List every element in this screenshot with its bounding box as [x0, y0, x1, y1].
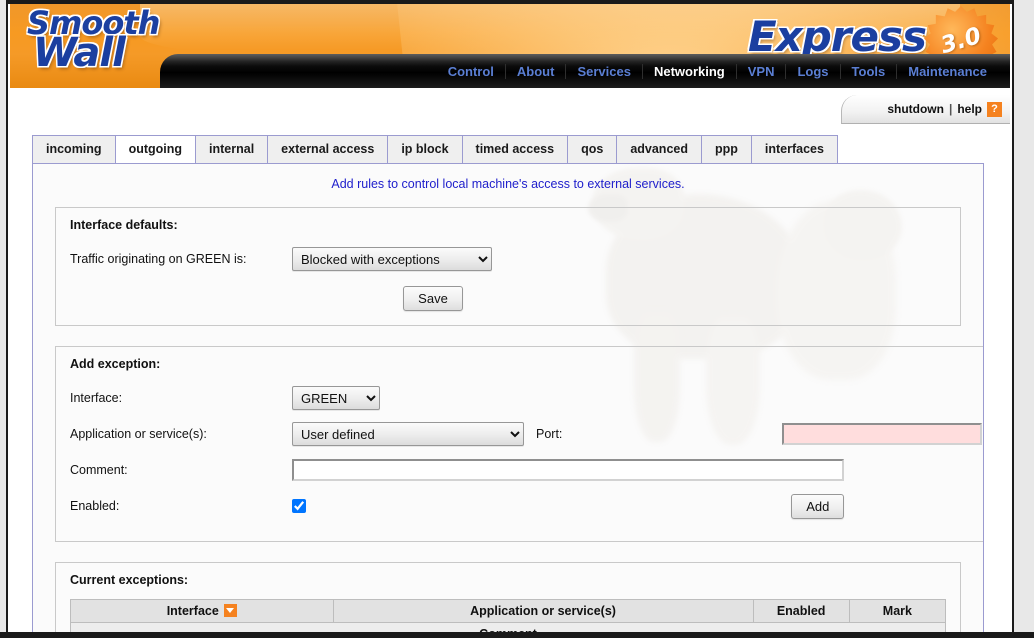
- content-area: incoming outgoing internal external acce…: [10, 134, 1010, 632]
- save-button[interactable]: Save: [403, 286, 463, 311]
- traffic-origin-row: Traffic originating on GREEN is: Blocked…: [70, 244, 946, 274]
- utility-separator: |: [948, 102, 953, 116]
- nav-item-vpn[interactable]: VPN: [735, 63, 786, 79]
- page-content: Smooth Wall Express 3.0 Control About Se…: [10, 4, 1010, 632]
- save-button-row: Save: [70, 286, 946, 311]
- sort-descending-icon[interactable]: [223, 604, 237, 617]
- add-exception-section: Add exception: Interface: GREENPURPLEORA…: [55, 346, 983, 542]
- column-header-service[interactable]: Application or service(s): [332, 599, 754, 623]
- service-label: Application or service(s):: [70, 427, 207, 441]
- nav-item-maintenance[interactable]: Maintenance: [896, 63, 998, 79]
- utility-tab: shutdown | help ?: [841, 95, 1010, 124]
- interface-label: Interface:: [70, 391, 123, 405]
- tab-internal[interactable]: internal: [195, 135, 269, 163]
- enabled-row: Enabled: Add: [70, 491, 982, 521]
- comment-row: Comment:: [70, 455, 982, 485]
- traffic-origin-select[interactable]: Blocked with exceptionsOpen with excepti…: [292, 247, 492, 271]
- nav-item-control[interactable]: Control: [437, 64, 505, 79]
- current-exceptions-title: Current exceptions:: [70, 573, 189, 587]
- tab-qos[interactable]: qos: [567, 135, 618, 163]
- column-header-enabled[interactable]: Enabled: [752, 599, 850, 623]
- main-navigation: Control About Services Networking VPN Lo…: [160, 54, 1010, 88]
- tab-advanced[interactable]: advanced: [616, 135, 702, 163]
- page-description: Add rules to control local machine's acc…: [331, 177, 685, 191]
- table-header-row: Interface Application or service(s) Enab…: [70, 599, 947, 623]
- tab-ppp[interactable]: ppp: [700, 135, 752, 163]
- nav-item-services[interactable]: Services: [565, 63, 642, 79]
- service-row: Application or service(s): User definedH…: [70, 419, 983, 449]
- add-exception-title: Add exception:: [70, 357, 161, 371]
- interface-select[interactable]: GREENPURPLEORANGE: [292, 386, 380, 410]
- window-scrollbar-area[interactable]: [1012, 0, 1034, 638]
- service-select[interactable]: User definedHTTPHTTPSFTPSMTPDNS: [292, 422, 524, 446]
- nav-item-tools[interactable]: Tools: [839, 63, 897, 79]
- tab-incoming[interactable]: incoming: [32, 135, 116, 163]
- comment-header-row: Comment: [70, 622, 946, 632]
- exceptions-table: Interface Application or service(s) Enab…: [70, 599, 947, 632]
- current-exceptions-section: Current exceptions: Interface Applicatio…: [55, 562, 961, 632]
- nav-item-logs[interactable]: Logs: [785, 63, 839, 79]
- smoothwall-logo[interactable]: Smooth Wall: [23, 7, 160, 85]
- nav-item-networking[interactable]: Networking: [641, 63, 736, 79]
- window-frame-bottom: [0, 632, 1034, 638]
- tab-timed-access[interactable]: timed access: [461, 135, 569, 163]
- column-header-interface[interactable]: Interface: [70, 599, 334, 623]
- question-mark-icon[interactable]: ?: [987, 101, 1002, 117]
- column-header-mark[interactable]: Mark: [848, 599, 947, 623]
- comment-input[interactable]: [292, 459, 844, 481]
- column-label-interface: Interface: [166, 604, 219, 618]
- add-button[interactable]: Add: [791, 493, 845, 519]
- exceptions-table-body: Comment: [70, 622, 946, 632]
- interface-defaults-title: Interface defaults:: [70, 218, 178, 232]
- tab-external-access[interactable]: external access: [267, 135, 389, 163]
- enabled-checkbox[interactable]: [292, 499, 306, 513]
- nav-item-about[interactable]: About: [504, 63, 566, 79]
- traffic-origin-label: Traffic originating on GREEN is:: [70, 252, 247, 266]
- window-frame-left: [0, 0, 8, 638]
- comment-label: Comment:: [70, 463, 128, 477]
- enabled-label: Enabled:: [70, 499, 120, 513]
- help-link[interactable]: help: [957, 102, 982, 116]
- port-label: Port:: [536, 427, 563, 441]
- tab-ip-block[interactable]: ip block: [387, 135, 463, 163]
- browser-window: Smooth Wall Express 3.0 Control About Se…: [0, 0, 1034, 638]
- interface-row: Interface: GREENPURPLEORANGE: [70, 383, 982, 413]
- utility-bar: shutdown | help ?: [10, 95, 1010, 124]
- add-button-wrap: Add: [791, 493, 845, 519]
- comment-column-label: Comment: [70, 622, 946, 632]
- navigation-items: Control About Services Networking VPN Lo…: [437, 54, 998, 88]
- port-input[interactable]: [782, 423, 983, 445]
- site-header: Smooth Wall Express 3.0 Control About Se…: [10, 4, 1010, 88]
- tab-outgoing[interactable]: outgoing: [114, 135, 197, 163]
- section-tabs: incoming outgoing internal external acce…: [32, 134, 998, 163]
- exceptions-table-head: Interface Application or service(s) Enab…: [70, 599, 947, 623]
- shutdown-link[interactable]: shutdown: [887, 102, 944, 116]
- tab-interfaces[interactable]: interfaces: [750, 135, 838, 163]
- interface-defaults-section: Interface defaults: Traffic originating …: [55, 207, 961, 326]
- outgoing-panel: Add rules to control local machine's acc…: [32, 163, 984, 632]
